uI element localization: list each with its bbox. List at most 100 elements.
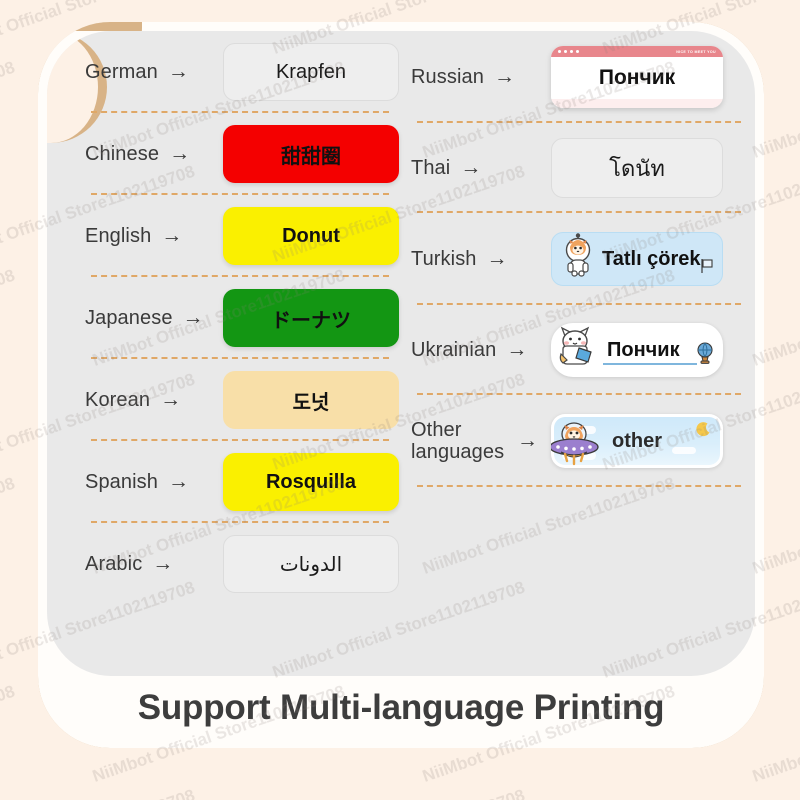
language-row-turkish: Turkish → Tatlı çörek: [411, 213, 755, 305]
language-row-other: Other languages → other: [411, 395, 755, 487]
label-chip-russian[interactable]: NICE TO MEET YOU Пончик: [551, 46, 723, 108]
language-label-german: German →: [85, 60, 223, 84]
label-chip-japanese[interactable]: ドーナツ: [223, 289, 399, 347]
watermark-text: NiiMbot Official Store1102119708: [0, 681, 18, 786]
language-row-korean: Korean → 도넛: [85, 359, 403, 441]
language-label-thai: Thai →: [411, 156, 551, 180]
label-chip-thai[interactable]: โดนัท: [551, 138, 723, 198]
caption-banner: Support Multi-language Printing: [38, 688, 764, 728]
label-chip-turkish[interactable]: Tatlı çörek: [551, 232, 723, 286]
label-chip-chinese[interactable]: 甜甜圈: [223, 125, 399, 183]
arrow-icon: →: [506, 338, 528, 361]
language-name: Other languages: [411, 418, 505, 463]
label-word: ドーナツ: [271, 309, 351, 332]
label-chip-korean[interactable]: 도넛: [223, 371, 399, 429]
watermark-text: NiiMbot Official Store1102119708: [600, 786, 800, 800]
language-label-turkish: Turkish →: [411, 247, 551, 271]
ufo-cat-sticker: [551, 416, 601, 468]
sticker-footer-bar: [551, 99, 723, 108]
label-chip-arabic[interactable]: الدونات: [223, 535, 399, 593]
language-label-korean: Korean →: [85, 388, 223, 412]
watermark-text: NiiMbot Official Store1102119708: [270, 786, 528, 800]
language-label-japanese: Japanese →: [85, 306, 223, 330]
arrow-icon: →: [167, 470, 190, 493]
language-row-german: German → Krapfen: [85, 31, 403, 113]
label-word: โดนัท: [609, 155, 665, 181]
label-chip-ukrainian[interactable]: Пончик: [551, 323, 723, 377]
language-name: Korean: [85, 388, 151, 411]
language-row-russian: Russian → NICE TO MEET YOU Пончик: [411, 31, 755, 123]
language-name: English: [85, 224, 152, 247]
label-word: Пончик: [598, 66, 676, 89]
sticker-header-bar: NICE TO MEET YOU: [551, 46, 723, 57]
cat-with-book-sticker: [555, 324, 605, 376]
label-word: Donut: [282, 224, 340, 247]
arrow-icon: →: [161, 224, 183, 247]
language-label-russian: Russian →: [411, 65, 551, 89]
language-name: Arabic: [85, 552, 143, 575]
label-chip-german[interactable]: Krapfen: [223, 43, 399, 101]
header-dots-icon: [558, 50, 579, 53]
arrow-icon: →: [169, 142, 191, 165]
label-word: Krapfen: [275, 60, 347, 83]
arrow-icon: →: [182, 306, 204, 329]
arrow-icon: →: [486, 247, 508, 270]
language-name: Turkish: [411, 247, 477, 270]
arrow-icon: →: [167, 60, 189, 83]
language-row-ukrainian: Ukrainian → Пончик: [411, 305, 755, 395]
arrow-icon: →: [460, 156, 482, 179]
language-name: Ukrainian: [411, 338, 497, 361]
label-word: 甜甜圈: [281, 145, 341, 168]
language-name: Spanish: [85, 470, 158, 493]
language-label-chinese: Chinese →: [85, 142, 223, 166]
language-columns: German → Krapfen Chinese → 甜甜圈 English →…: [47, 31, 755, 676]
watermark-text: NiiMbot Official Store1102119708: [0, 265, 18, 370]
label-word: الدونات: [279, 553, 343, 576]
language-row-thai: Thai → โดนัท: [411, 123, 755, 213]
label-chip-spanish[interactable]: Rosquilla: [223, 453, 399, 511]
arrow-icon: →: [152, 552, 174, 575]
language-label-ukrainian: Ukrainian →: [411, 338, 551, 362]
language-row-english: English → Donut: [85, 195, 403, 277]
astronaut-cat-sticker: [558, 233, 598, 285]
language-name: Chinese: [85, 142, 160, 165]
language-name: Thai: [411, 156, 451, 179]
label-underline: [603, 363, 697, 365]
label-word: Rosquilla: [265, 470, 356, 493]
label-word: 도넛: [292, 391, 330, 414]
language-name: Japanese: [85, 306, 173, 329]
language-row-arabic: Arabic → الدونات: [85, 523, 403, 605]
arrow-icon: →: [160, 388, 182, 411]
language-label-other: Other languages →: [411, 419, 551, 464]
language-row-japanese: Japanese → ドーナツ: [85, 277, 403, 359]
page-title: Support Multi-language Printing: [137, 688, 665, 727]
moon-icon: [694, 421, 712, 445]
cloud-shape: [672, 447, 696, 454]
label-chip-other[interactable]: other: [551, 414, 723, 468]
label-word: Tatlı çörek: [602, 247, 701, 270]
card-white-sheet: German → Krapfen Chinese → 甜甜圈 English →…: [38, 22, 764, 748]
left-language-column: German → Krapfen Chinese → 甜甜圈 English →…: [47, 31, 403, 676]
watermark-text: NiiMbot Official Store1102119708: [0, 473, 18, 578]
sticker-body: Пончик: [551, 57, 723, 99]
arrow-icon: →: [517, 429, 539, 452]
watermark-text: NiiMbot Official Store1102119708: [0, 57, 18, 162]
globe-icon: [695, 341, 715, 371]
product-card-frame: German → Krapfen Chinese → 甜甜圈 English →…: [38, 22, 764, 748]
language-row-spanish: Spanish → Rosquilla: [85, 441, 403, 523]
label-word: Пончик: [607, 338, 680, 361]
label-chip-english[interactable]: Donut: [223, 207, 399, 265]
flag-icon: [698, 257, 716, 281]
label-word: other: [612, 429, 662, 452]
language-row-chinese: Chinese → 甜甜圈: [85, 113, 403, 195]
language-name: German: [85, 60, 158, 83]
language-label-arabic: Arabic →: [85, 552, 223, 576]
language-label-english: English →: [85, 224, 223, 248]
arrow-icon: →: [493, 65, 516, 88]
language-name: Russian: [411, 65, 484, 88]
language-list-card: German → Krapfen Chinese → 甜甜圈 English →…: [47, 31, 755, 676]
right-language-column: Russian → NICE TO MEET YOU Пончик Thai →…: [403, 31, 755, 676]
sticker-header-text: NICE TO MEET YOU: [676, 49, 716, 54]
language-label-spanish: Spanish →: [85, 470, 223, 494]
watermark-text: NiiMbot Official Store1102119708: [0, 786, 198, 800]
